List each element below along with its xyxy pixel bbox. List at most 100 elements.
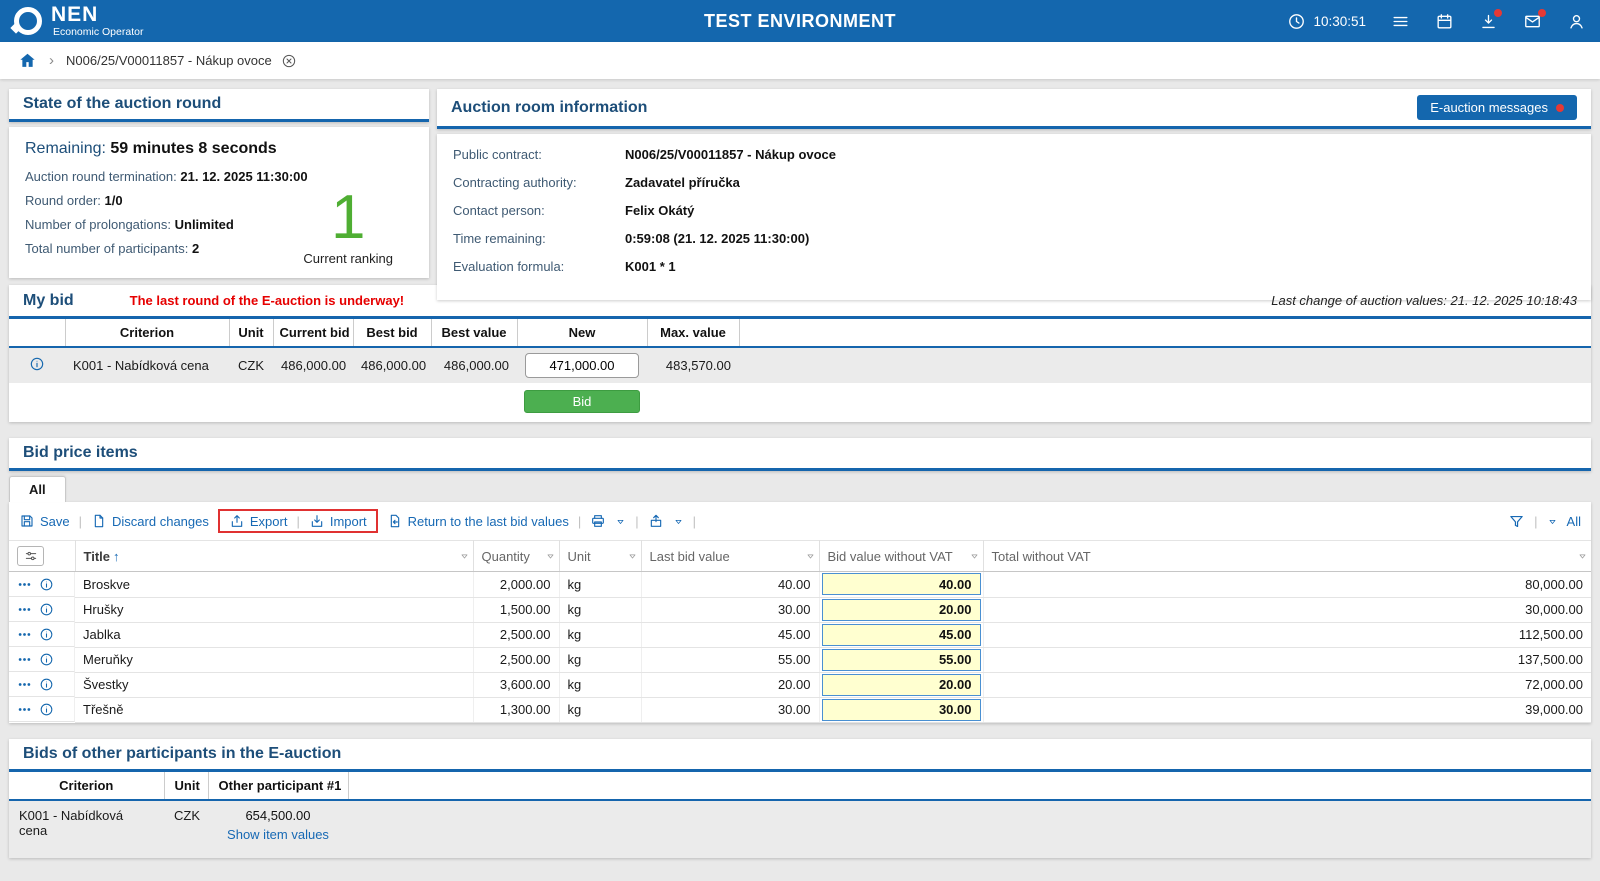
bid-value-input[interactable] — [822, 649, 981, 671]
max-value-cell: 483,570.00 — [647, 347, 739, 383]
bid-value-input[interactable] — [822, 599, 981, 621]
close-tab-icon[interactable] — [281, 53, 297, 69]
filter-caret-icon[interactable] — [1577, 551, 1588, 562]
eauction-messages-button[interactable]: E-auction messages — [1417, 95, 1577, 120]
import-button[interactable]: Import — [309, 513, 367, 529]
tab-all[interactable]: All — [9, 476, 66, 502]
menu-icon[interactable] — [1391, 12, 1410, 31]
item-quantity: 2,500.00 — [473, 647, 559, 672]
bid-button[interactable]: Bid — [524, 390, 640, 413]
filter-caret-icon[interactable] — [805, 551, 816, 562]
panel-title: My bid — [23, 292, 74, 310]
panel-title: Bid price items — [23, 444, 138, 462]
new-bid-input[interactable] — [525, 353, 639, 378]
bid-price-items-panel: Bid price items All Save | Discard chang… — [9, 438, 1591, 723]
item-total: 72,000.00 — [983, 672, 1591, 697]
column-header-title[interactable]: Title↑ — [75, 541, 473, 572]
brand: NEN Economic Operator — [14, 4, 143, 38]
item-total: 137,500.00 — [983, 647, 1591, 672]
filter-all-caret-icon[interactable] — [1547, 516, 1558, 527]
export-button[interactable]: Export — [229, 513, 288, 529]
bid-value-input[interactable] — [822, 674, 981, 696]
room-info-row: Public contract: N006/25/V00011857 - Nák… — [453, 147, 1575, 162]
column-header-unit[interactable]: Unit — [559, 541, 641, 572]
info-icon[interactable] — [29, 356, 45, 372]
filter-icon[interactable] — [1508, 513, 1525, 530]
clock-icon — [1287, 12, 1306, 31]
my-bid-table: Criterion Unit Current bid Best bid Best… — [9, 319, 1591, 422]
best-value-cell: 486,000.00 — [431, 347, 517, 383]
filter-all-label[interactable]: All — [1567, 514, 1581, 529]
save-button[interactable]: Save — [19, 513, 70, 529]
bid-value-input[interactable] — [822, 699, 981, 721]
export-data-button[interactable] — [648, 513, 664, 529]
filter-caret-icon[interactable] — [459, 551, 470, 562]
show-item-values-link[interactable]: Show item values — [218, 827, 338, 842]
print-menu-caret-icon[interactable] — [615, 516, 626, 527]
column-header-bid-value[interactable]: Bid value without VAT — [819, 541, 983, 572]
row-menu-icon[interactable] — [17, 652, 32, 667]
item-quantity: 2,500.00 — [473, 622, 559, 647]
column-chooser-button[interactable] — [17, 546, 44, 566]
column-header-last-bid-value[interactable]: Last bid value — [641, 541, 819, 572]
breadcrumb-item-label: N006/25/V00011857 - Nákup ovoce — [66, 53, 272, 68]
last-round-alert: The last round of the E-auction is under… — [130, 293, 404, 308]
column-header-total[interactable]: Total without VAT — [983, 541, 1591, 572]
ranking-label: Current ranking — [303, 251, 393, 266]
print-button[interactable] — [590, 513, 606, 529]
info-icon[interactable] — [39, 702, 54, 717]
filter-caret-icon[interactable] — [545, 551, 556, 562]
messages-badge — [1538, 9, 1546, 17]
discard-changes-button[interactable]: Discard changes — [91, 513, 209, 529]
column-header-unit: Unit — [229, 319, 273, 347]
item-unit: kg — [559, 622, 641, 647]
column-header-unit: Unit — [164, 772, 208, 800]
bid-value-input[interactable] — [822, 573, 981, 595]
table-row: Švestky 3,600.00 kg 20.00 72,000.00 — [9, 672, 1591, 697]
column-header-max-value: Max. value — [647, 319, 739, 347]
info-icon[interactable] — [39, 577, 54, 592]
row-menu-icon[interactable] — [17, 577, 32, 592]
item-unit: kg — [559, 697, 641, 722]
item-total: 80,000.00 — [983, 572, 1591, 598]
column-header-criterion: Criterion — [9, 772, 164, 800]
messages-alert-dot — [1556, 104, 1564, 112]
downloads-icon[interactable] — [1479, 12, 1498, 31]
row-menu-icon[interactable] — [17, 627, 32, 642]
row-menu-icon[interactable] — [17, 677, 32, 692]
bid-items-body: Save | Discard changes Export | Import R… — [9, 502, 1591, 723]
info-icon[interactable] — [39, 602, 54, 617]
export-menu-caret-icon[interactable] — [673, 516, 684, 527]
messages-icon[interactable] — [1523, 12, 1542, 31]
table-row: Meruňky 2,500.00 kg 55.00 137,500.00 — [9, 647, 1591, 672]
column-header-quantity[interactable]: Quantity — [473, 541, 559, 572]
other-participants-header-row: Criterion Unit Other participant #1 — [9, 772, 1591, 800]
my-bid-header-row: Criterion Unit Current bid Best bid Best… — [9, 319, 1591, 347]
item-last-bid: 30.00 — [641, 597, 819, 622]
row-menu-icon[interactable] — [17, 602, 32, 617]
panel-title: State of the auction round — [23, 95, 221, 113]
filter-caret-icon[interactable] — [969, 551, 980, 562]
ranking-number: 1 — [303, 187, 393, 249]
breadcrumb-item[interactable]: N006/25/V00011857 - Nákup ovoce — [66, 53, 297, 69]
info-icon[interactable] — [39, 652, 54, 667]
panel-title: Bids of other participants in the E-auct… — [23, 745, 341, 763]
column-header-criterion: Criterion — [65, 319, 229, 347]
info-icon[interactable] — [39, 677, 54, 692]
table-row: Jablka 2,500.00 kg 45.00 112,500.00 — [9, 622, 1591, 647]
user-profile-icon[interactable] — [1567, 12, 1586, 31]
bid-value-input[interactable] — [822, 624, 981, 646]
home-icon[interactable] — [18, 51, 37, 70]
last-change-note: Last change of auction values: 21. 12. 2… — [1271, 293, 1577, 308]
row-menu-icon[interactable] — [17, 702, 32, 717]
breadcrumb: › N006/25/V00011857 - Nákup ovoce — [0, 42, 1600, 79]
column-header-info — [9, 319, 65, 347]
filter-caret-icon[interactable] — [627, 551, 638, 562]
calendar-icon[interactable] — [1435, 12, 1454, 31]
item-unit: kg — [559, 647, 641, 672]
return-last-bid-values-button[interactable]: Return to the last bid values — [387, 513, 569, 529]
item-last-bid: 45.00 — [641, 622, 819, 647]
info-icon[interactable] — [39, 627, 54, 642]
auction-room-title-strip: Auction room information E-auction messa… — [437, 89, 1591, 129]
item-title: Třešně — [75, 697, 473, 722]
